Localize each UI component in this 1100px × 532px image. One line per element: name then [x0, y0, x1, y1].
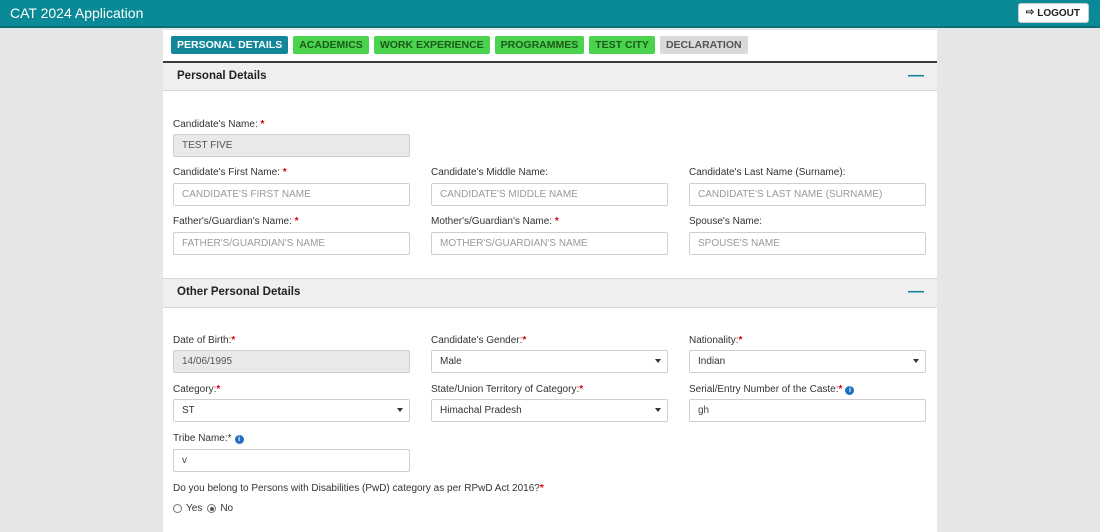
- gender-label: Candidate's Gender:*: [431, 335, 527, 346]
- logout-icon: ⇨: [1025, 7, 1035, 18]
- first-name-label: Candidate's First Name: *: [173, 167, 287, 178]
- last-name-label: Candidate's Last Name (Surname):: [689, 167, 846, 178]
- tab-personal-details[interactable]: PERSONAL DETAILS: [171, 36, 289, 54]
- section-title: Personal Details: [177, 70, 267, 82]
- info-icon[interactable]: i: [234, 435, 244, 444]
- caret-down-icon: [655, 408, 661, 412]
- tab-work-experience[interactable]: WORK EXPERIENCE: [373, 36, 490, 54]
- middle-name-label: Candidate's Middle Name:: [431, 167, 548, 178]
- tab-test-city[interactable]: TEST CITY: [589, 36, 655, 54]
- step-tabs: PERSONAL DETAILS ACADEMICS WORK EXPERIEN…: [171, 36, 748, 54]
- info-icon[interactable]: i: [845, 386, 855, 395]
- serial-label: Serial/Entry Number of the Caste:* i: [689, 384, 855, 395]
- gender-value: Male: [440, 356, 462, 367]
- logout-label: LOGOUT: [1037, 7, 1080, 19]
- category-value: ST: [182, 405, 195, 416]
- first-name-input[interactable]: [173, 183, 410, 206]
- gender-select[interactable]: Male: [431, 350, 668, 373]
- other-personal-details-header[interactable]: Other Personal Details —: [163, 278, 937, 308]
- tab-programmes[interactable]: PROGRAMMES: [494, 36, 585, 54]
- spouse-name-input[interactable]: [689, 232, 926, 255]
- dob-label: Date of Birth:*: [173, 335, 236, 346]
- tab-declaration[interactable]: DECLARATION: [659, 36, 748, 54]
- candidate-name-label: Candidate's Name: *: [173, 119, 265, 130]
- category-label: Category:*: [173, 384, 221, 395]
- mother-name-label: Mother's/Guardian's Name: *: [431, 216, 559, 227]
- logout-button[interactable]: ⇨ LOGOUT: [1017, 3, 1089, 23]
- tribe-input[interactable]: [173, 449, 410, 472]
- pwd-question: Do you belong to Persons with Disabiliti…: [173, 483, 544, 494]
- state-label: State/Union Territory of Category:*: [431, 384, 584, 395]
- section-title: Other Personal Details: [177, 286, 301, 298]
- pwd-no-radio[interactable]: [207, 504, 217, 513]
- state-select[interactable]: Himachal Pradesh: [431, 399, 668, 422]
- caret-down-icon: [913, 359, 919, 363]
- pwd-yes-label[interactable]: Yes: [186, 503, 202, 514]
- app-title: CAT 2024 Application: [10, 5, 144, 21]
- minus-icon[interactable]: —: [908, 67, 924, 85]
- top-bar: CAT 2024 Application ⇨ LOGOUT: [0, 0, 1100, 28]
- nationality-value: Indian: [698, 356, 726, 367]
- personal-details-header[interactable]: Personal Details —: [163, 61, 937, 91]
- tribe-label: Tribe Name:* i: [173, 433, 244, 444]
- state-value: Himachal Pradesh: [440, 405, 522, 416]
- caret-down-icon: [397, 408, 403, 412]
- candidate-name-field[interactable]: [173, 134, 410, 157]
- dob-field[interactable]: [173, 350, 410, 373]
- form-panel: PERSONAL DETAILS ACADEMICS WORK EXPERIEN…: [163, 30, 937, 532]
- caret-down-icon: [655, 359, 661, 363]
- mother-name-input[interactable]: [431, 232, 668, 255]
- last-name-input[interactable]: [689, 183, 926, 206]
- nationality-select[interactable]: Indian: [689, 350, 926, 373]
- serial-input[interactable]: [689, 399, 926, 422]
- father-name-label: Father's/Guardian's Name: *: [173, 216, 299, 227]
- pwd-radio-group: Yes No: [173, 503, 233, 514]
- pwd-yes-radio[interactable]: [173, 504, 182, 513]
- tab-academics[interactable]: ACADEMICS: [293, 36, 369, 54]
- minus-icon[interactable]: —: [908, 283, 924, 301]
- middle-name-input[interactable]: [431, 183, 668, 206]
- father-name-input[interactable]: [173, 232, 410, 255]
- category-select[interactable]: ST: [173, 399, 410, 422]
- nationality-label: Nationality:*: [689, 335, 743, 346]
- pwd-no-label[interactable]: No: [220, 503, 233, 514]
- spouse-name-label: Spouse's Name:: [689, 216, 763, 227]
